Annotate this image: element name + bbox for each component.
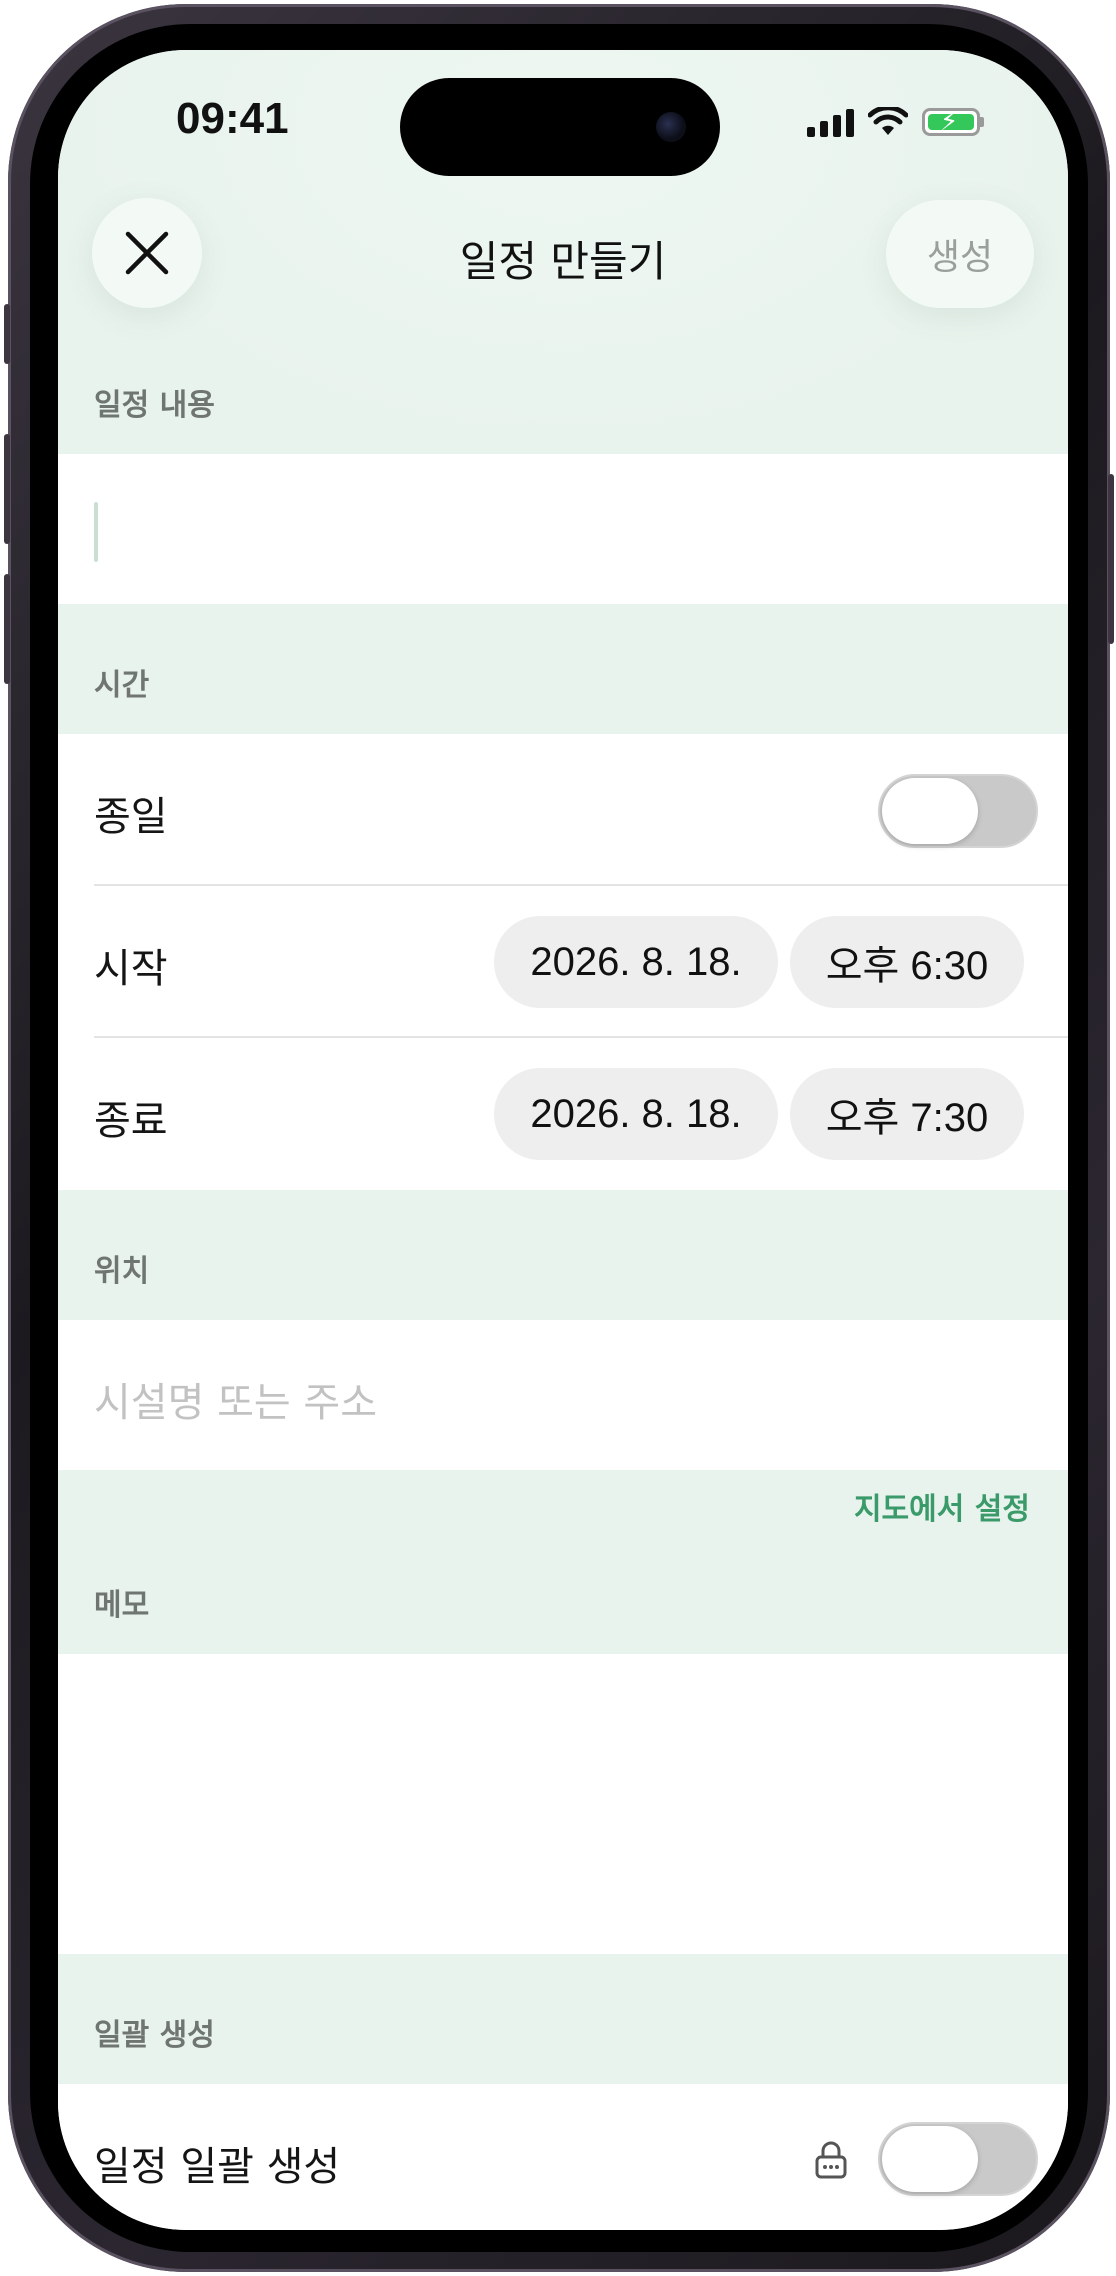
batch-row: 일정 일괄 생성 bbox=[58, 2084, 1068, 2230]
section-label-time: 시간 bbox=[94, 668, 150, 703]
title-input[interactable] bbox=[58, 454, 1068, 604]
status-icons: ⚡ bbox=[807, 102, 984, 142]
section-label-content: 일정 내용 bbox=[94, 388, 215, 423]
lock-icon bbox=[815, 2141, 847, 2179]
batch-create-label: 일정 일괄 생성 bbox=[94, 2144, 341, 2190]
dynamic-island bbox=[400, 78, 720, 176]
all-day-toggle[interactable] bbox=[878, 774, 1038, 848]
toggle-knob bbox=[882, 778, 978, 844]
section-label-memo: 메모 bbox=[94, 1588, 150, 1623]
memo-input[interactable] bbox=[58, 1654, 1068, 1954]
all-day-label: 종일 bbox=[94, 794, 168, 840]
section-label-batch: 일괄 생성 bbox=[94, 2018, 215, 2053]
text-cursor bbox=[94, 502, 98, 562]
cellular-signal-icon bbox=[807, 107, 854, 137]
volume-down-button bbox=[4, 574, 10, 684]
screen: 09:41 ⚡ 일정 만들기 생성 일정 내용 시간 종일 시작 2026. 8… bbox=[58, 50, 1068, 2230]
end-time-chip[interactable]: 오후 7:30 bbox=[790, 1068, 1024, 1160]
divider bbox=[94, 884, 1068, 886]
end-label: 종료 bbox=[94, 1098, 168, 1144]
front-camera bbox=[656, 112, 686, 142]
mute-switch bbox=[4, 304, 10, 364]
section-label-location: 위치 bbox=[94, 1254, 150, 1289]
start-date-chip[interactable]: 2026. 8. 18. bbox=[494, 916, 778, 1008]
create-button[interactable]: 생성 bbox=[886, 200, 1034, 308]
battery-charging-icon: ⚡ bbox=[922, 108, 984, 136]
volume-up-button bbox=[4, 434, 10, 544]
power-button bbox=[1108, 474, 1114, 644]
divider bbox=[94, 1036, 1068, 1038]
status-time: 09:41 bbox=[176, 94, 289, 143]
wifi-icon bbox=[868, 107, 908, 135]
status-bar: 09:41 ⚡ bbox=[58, 50, 1068, 190]
set-on-map-link[interactable]: 지도에서 설정 bbox=[854, 1484, 1030, 1528]
phone-frame: 09:41 ⚡ 일정 만들기 생성 일정 내용 시간 종일 시작 2026. 8… bbox=[4, 4, 1114, 2272]
batch-create-toggle[interactable] bbox=[878, 2122, 1038, 2196]
end-date-chip[interactable]: 2026. 8. 18. bbox=[494, 1068, 778, 1160]
navigation-bar: 일정 만들기 생성 bbox=[58, 198, 1068, 310]
start-label: 시작 bbox=[94, 946, 168, 992]
location-input[interactable]: 시설명 또는 주소 bbox=[58, 1320, 1068, 1470]
toggle-knob bbox=[882, 2126, 978, 2192]
start-time-chip[interactable]: 오후 6:30 bbox=[790, 916, 1024, 1008]
time-group: 종일 시작 2026. 8. 18. 오후 6:30 종료 2026. 8. 1… bbox=[58, 734, 1068, 1190]
location-placeholder: 시설명 또는 주소 bbox=[94, 1380, 378, 1426]
